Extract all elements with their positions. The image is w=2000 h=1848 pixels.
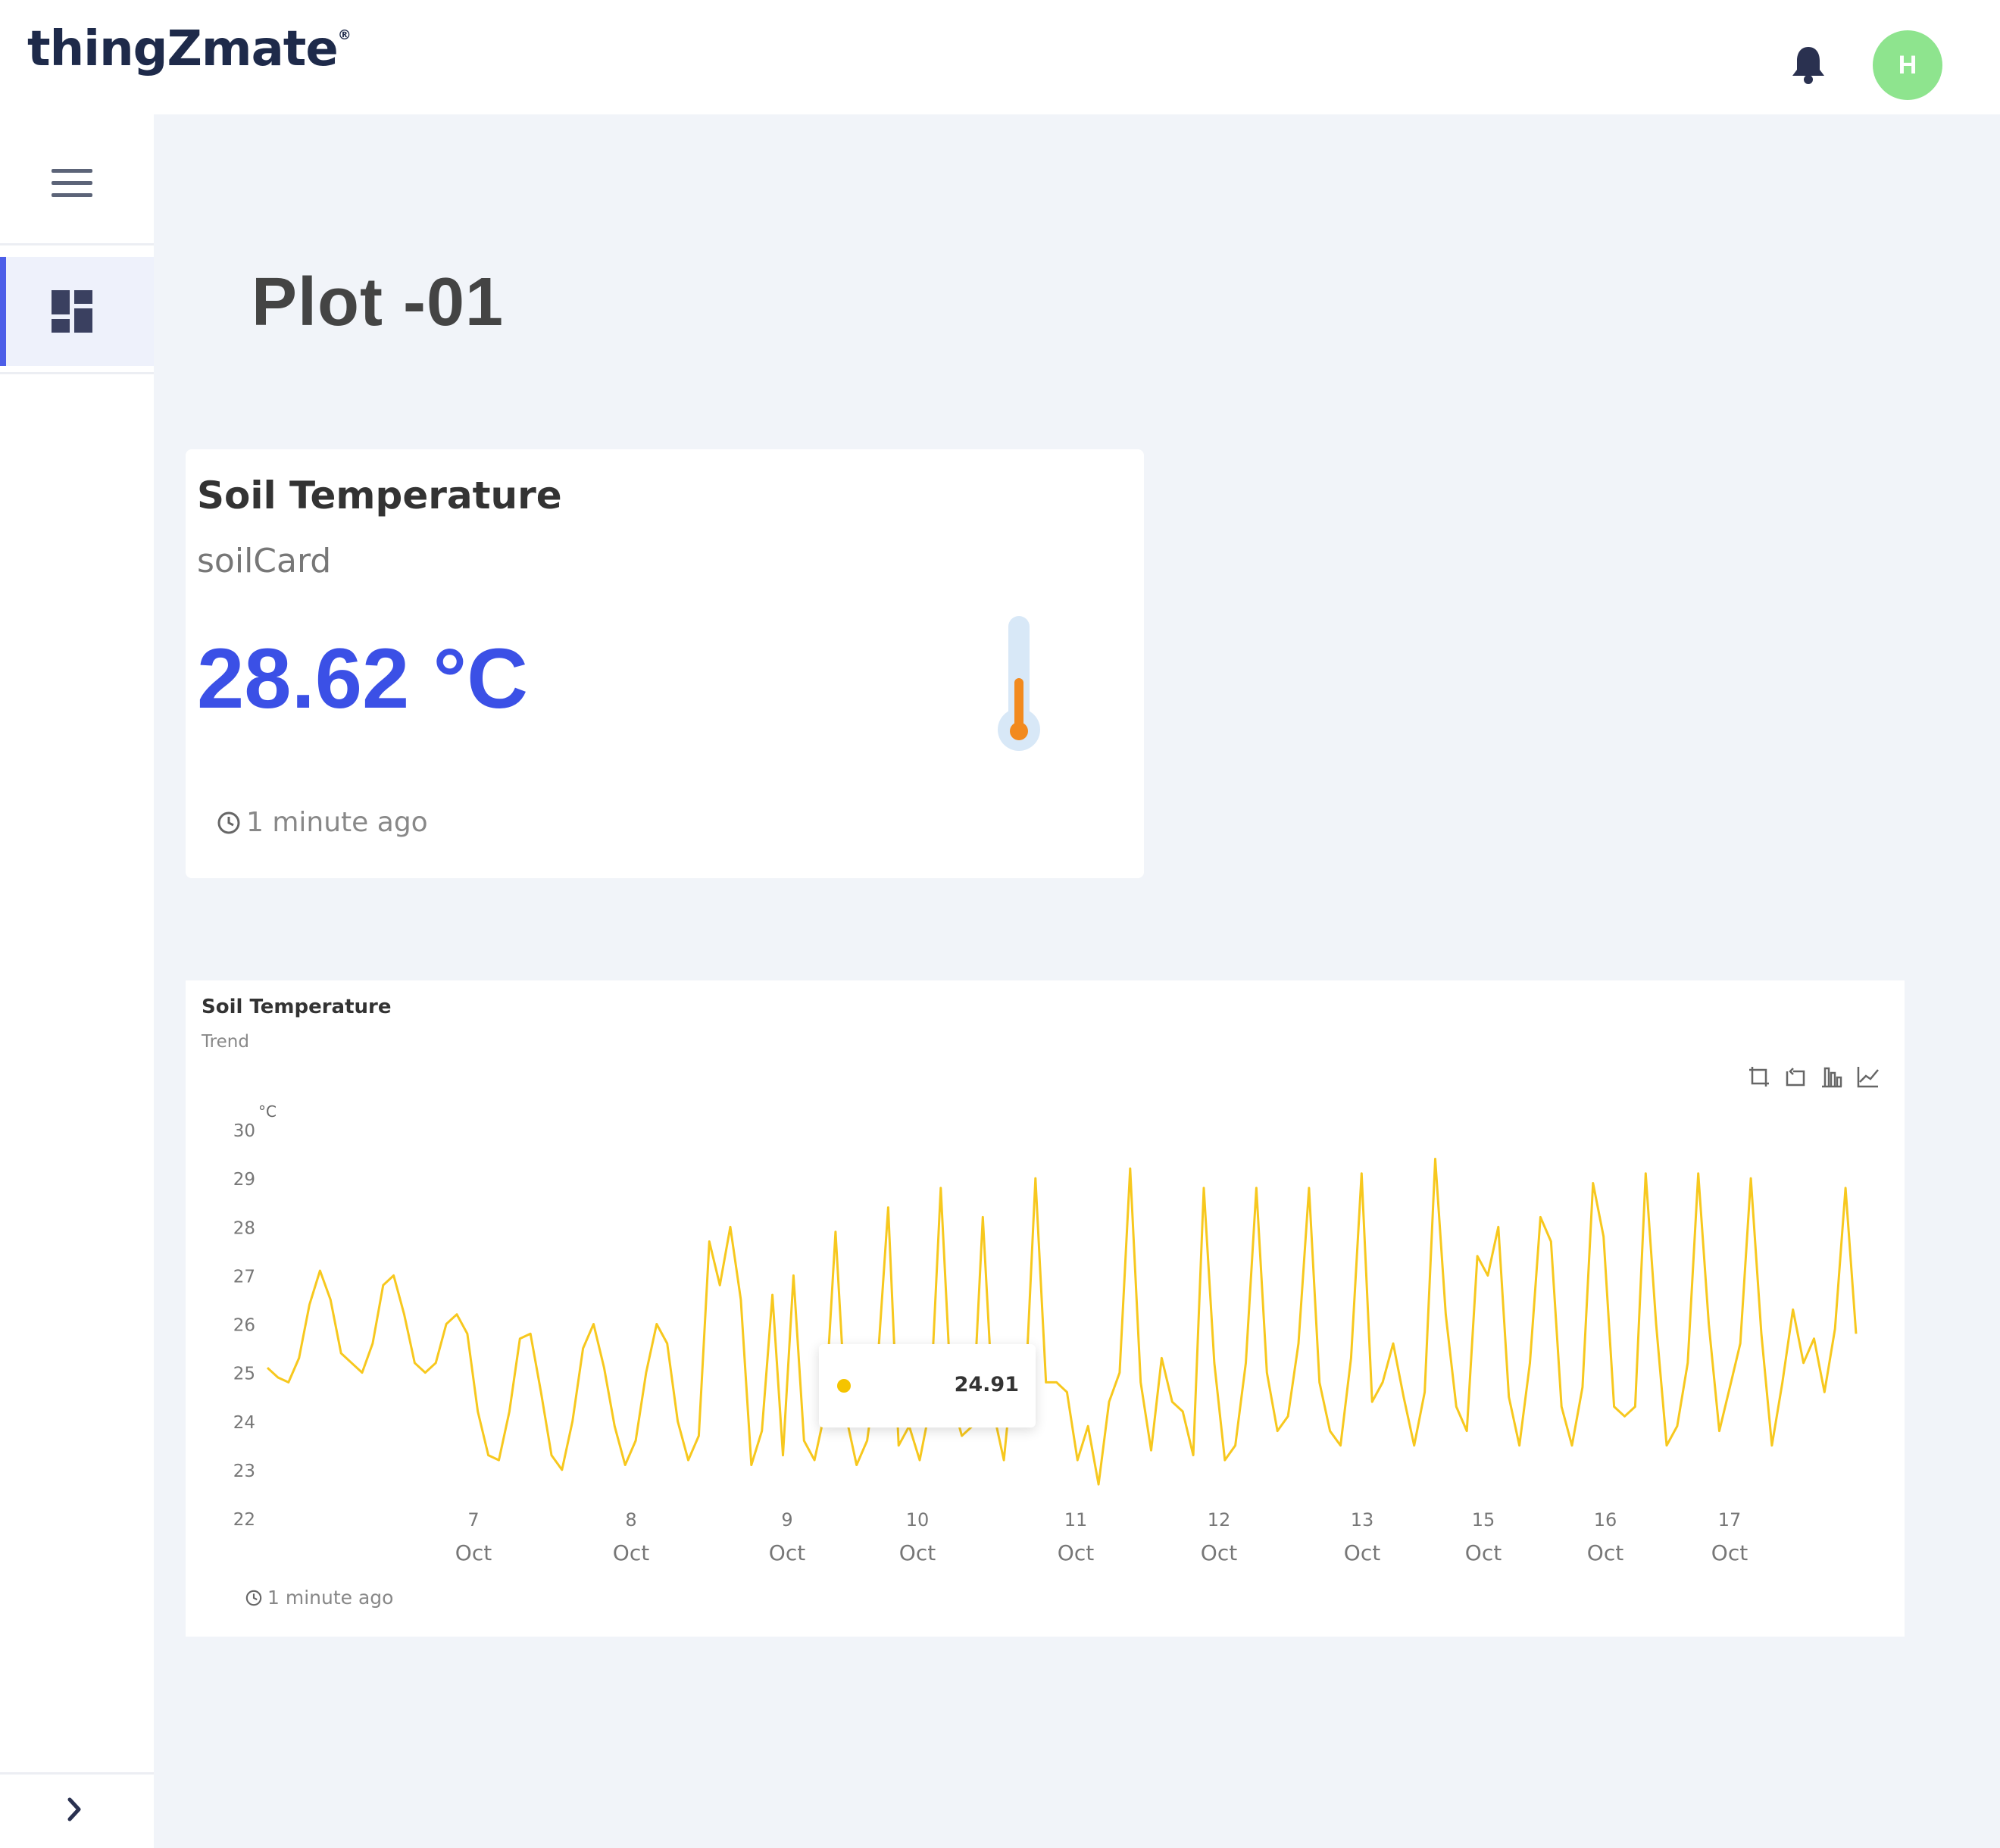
x-tick-month: Oct [613, 1540, 649, 1565]
user-avatar[interactable]: H [1873, 30, 1942, 100]
x-tick-day: 10 [906, 1509, 930, 1531]
card-title: Soil Temperature [197, 474, 562, 518]
x-tick-month: Oct [899, 1540, 936, 1565]
x-tick-month: Oct [1344, 1540, 1380, 1565]
chart-updated: 1 minute ago [245, 1587, 393, 1609]
series-line [266, 1158, 1858, 1486]
soil-temperature-card: Soil Temperature soilCard 28.62 °C 1 min… [186, 449, 1144, 878]
thermometer-icon [998, 616, 1040, 751]
hamburger-icon[interactable] [52, 169, 92, 199]
x-tick-month: Oct [769, 1540, 805, 1565]
x-tick-day: 8 [625, 1509, 636, 1531]
updated-text: 1 minute ago [267, 1587, 394, 1609]
logo-text: thingZmate [27, 21, 339, 77]
y-tick-label: 22 [233, 1510, 255, 1530]
app-logo[interactable]: thingZmate® [27, 21, 352, 77]
x-tick-day: 16 [1594, 1509, 1617, 1531]
tooltip-value: 24.91 [954, 1373, 1019, 1396]
y-tick-label: 23 [233, 1462, 255, 1481]
y-tick-label: 28 [233, 1218, 255, 1238]
y-tick-label: 25 [233, 1365, 255, 1384]
card-subtitle: soilCard [197, 542, 332, 580]
y-tick-label: 24 [233, 1413, 255, 1433]
x-tick-day: 17 [1718, 1509, 1742, 1531]
bell-icon[interactable] [1789, 44, 1827, 85]
clock-icon [245, 1590, 262, 1606]
x-tick-month: Oct [1465, 1540, 1502, 1565]
y-tick-label: 29 [233, 1170, 255, 1190]
dashboard-icon [52, 290, 92, 333]
y-tick-label: 26 [233, 1316, 255, 1336]
series-marker [837, 1379, 851, 1393]
y-axis-unit: °C [258, 1102, 277, 1121]
x-tick-month: Oct [455, 1540, 492, 1565]
y-tick-label: 30 [233, 1121, 255, 1141]
y-tick-label: 27 [233, 1267, 255, 1287]
soil-temperature-trend-card: Soil Temperature Trend °C 30 29 28 27 26 25 24 2… [186, 980, 1905, 1637]
page-title: Plot -01 [252, 264, 505, 340]
card-updated: 1 minute ago [216, 807, 428, 838]
x-tick-day: 15 [1472, 1509, 1495, 1531]
x-tick-month: Oct [1711, 1540, 1748, 1565]
x-tick-day: 13 [1351, 1509, 1374, 1531]
x-tick-day: 12 [1208, 1509, 1231, 1531]
x-tick-month: Oct [1201, 1540, 1237, 1565]
chevron-right-icon[interactable] [59, 1790, 89, 1828]
chart-tooltip: 24.91 [819, 1344, 1036, 1427]
x-tick-month: Oct [1587, 1540, 1623, 1565]
sidebar [0, 114, 154, 1848]
logo-mark: ® [337, 27, 352, 43]
sidebar-divider [0, 243, 154, 245]
x-tick-day: 11 [1064, 1509, 1088, 1531]
sidebar-item-dashboard[interactable] [0, 257, 154, 366]
sidebar-divider [0, 372, 154, 374]
sidebar-divider [0, 1772, 154, 1775]
updated-text: 1 minute ago [246, 807, 428, 838]
x-tick-day: 7 [467, 1509, 479, 1531]
temperature-value: 28.62 °C [197, 631, 529, 726]
x-tick-month: Oct [1058, 1540, 1094, 1565]
x-tick-day: 9 [781, 1509, 792, 1531]
trend-chart[interactable]: °C30 29 28 27 26 25 24 23 22 7 Oct 8 Oct 9 Oct 10 Oct 11 O… [186, 980, 1905, 1637]
top-header: thingZmate® H [0, 0, 2000, 114]
clock-icon [217, 811, 240, 833]
